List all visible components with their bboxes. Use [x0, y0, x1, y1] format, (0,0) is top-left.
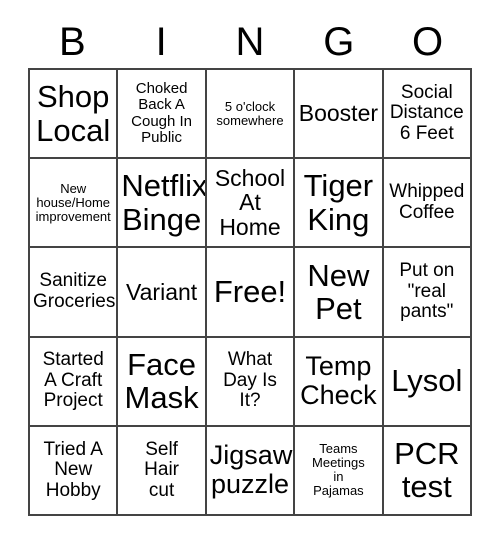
bingo-cell[interactable]: Shop Local [30, 70, 119, 160]
bingo-cell[interactable]: What Day Is It? [206, 337, 296, 427]
bingo-cell-label: Free! [213, 274, 287, 310]
bingo-grid: Shop Local Choked Back A Cough In Public 5… [28, 68, 472, 516]
bingo-cell[interactable]: Tiger King [295, 159, 384, 249]
bingo-cell-label: What Day Is It? [223, 349, 277, 412]
bingo-cell-label: Tried A New Hobby [43, 438, 103, 501]
bingo-cell-label: Self Hair cut [144, 438, 180, 501]
bingo-cell-label: PCR test [394, 435, 460, 505]
bingo-cell-label: Sanitize Groceries [33, 270, 116, 312]
header-letter-i: I [155, 20, 167, 64]
bingo-cell[interactable]: Netflix Binge [118, 159, 207, 249]
bingo-cell-label: 5 o'clock somewhere [216, 98, 284, 128]
header-letter-o: O [412, 20, 444, 64]
bingo-cell[interactable]: Choked Back A Cough In Public [118, 70, 207, 160]
bingo-cell-label: Shop Local [36, 79, 111, 148]
bingo-cell[interactable]: PCR test [383, 426, 472, 516]
bingo-cell[interactable]: Temp Check [295, 337, 384, 427]
bingo-cell-label: New Pet [307, 257, 370, 326]
bingo-cell-label: Booster [298, 100, 379, 127]
bingo-cell[interactable]: Booster [295, 70, 384, 160]
bingo-cell[interactable]: Put on "real pants" [383, 248, 472, 338]
bingo-cell[interactable]: Tried A New Hobby [30, 426, 119, 516]
bingo-cell[interactable]: Teams Meetings in Pajamas [295, 426, 384, 516]
bingo-cell-label: Social Distance 6 Feet [389, 81, 464, 144]
bingo-free-cell[interactable]: Free! [206, 248, 296, 338]
bingo-cell[interactable]: Self Hair cut [118, 426, 207, 516]
bingo-cell[interactable]: Social Distance 6 Feet [383, 70, 472, 160]
header-letter-n: N [235, 20, 265, 64]
bingo-cell[interactable]: 5 o'clock somewhere [206, 70, 296, 160]
bingo-cell-label: Tiger King [303, 168, 374, 237]
bingo-cell-label: Variant [126, 278, 198, 305]
bingo-cell[interactable]: Variant [118, 248, 207, 338]
bingo-cell[interactable]: School At Home [206, 159, 296, 249]
bingo-cell-label: Put on "real pants" [399, 260, 455, 323]
bingo-cell[interactable]: Jigsaw puzzle [206, 426, 296, 516]
bingo-cell-label: Started A Craft Project [42, 349, 104, 412]
bingo-cell[interactable]: Whipped Coffee [383, 159, 472, 249]
bingo-cell-label: New house/Home improvement [35, 180, 111, 224]
header-letter-g: G [323, 20, 355, 64]
bingo-cell-label: Choked Back A Cough In Public [131, 80, 193, 146]
bingo-cell-label: Whipped Coffee [389, 181, 465, 223]
bingo-card: B I N G O Shop Local Choked Back A Cough … [0, 0, 500, 544]
bingo-cell-label: School At Home [214, 164, 286, 241]
bingo-cell-label: Lysol [391, 363, 463, 399]
bingo-cell-label: Netflix Binge [121, 168, 207, 237]
bingo-header: B I N G O [28, 16, 472, 68]
bingo-cell-label: Face Mask [124, 346, 199, 416]
bingo-cell[interactable]: Lysol [383, 337, 472, 427]
bingo-cell-label: Jigsaw puzzle [209, 440, 293, 500]
bingo-cell[interactable]: New Pet [295, 248, 384, 338]
bingo-cell[interactable]: Started A Craft Project [30, 337, 119, 427]
bingo-cell[interactable]: Sanitize Groceries [30, 248, 119, 338]
bingo-cell-label: Teams Meetings in Pajamas [312, 441, 365, 499]
bingo-cell[interactable]: New house/Home improvement [30, 159, 119, 249]
bingo-cell[interactable]: Face Mask [118, 337, 207, 427]
header-letter-b: B [59, 20, 86, 64]
bingo-cell-label: Temp Check [300, 351, 377, 411]
